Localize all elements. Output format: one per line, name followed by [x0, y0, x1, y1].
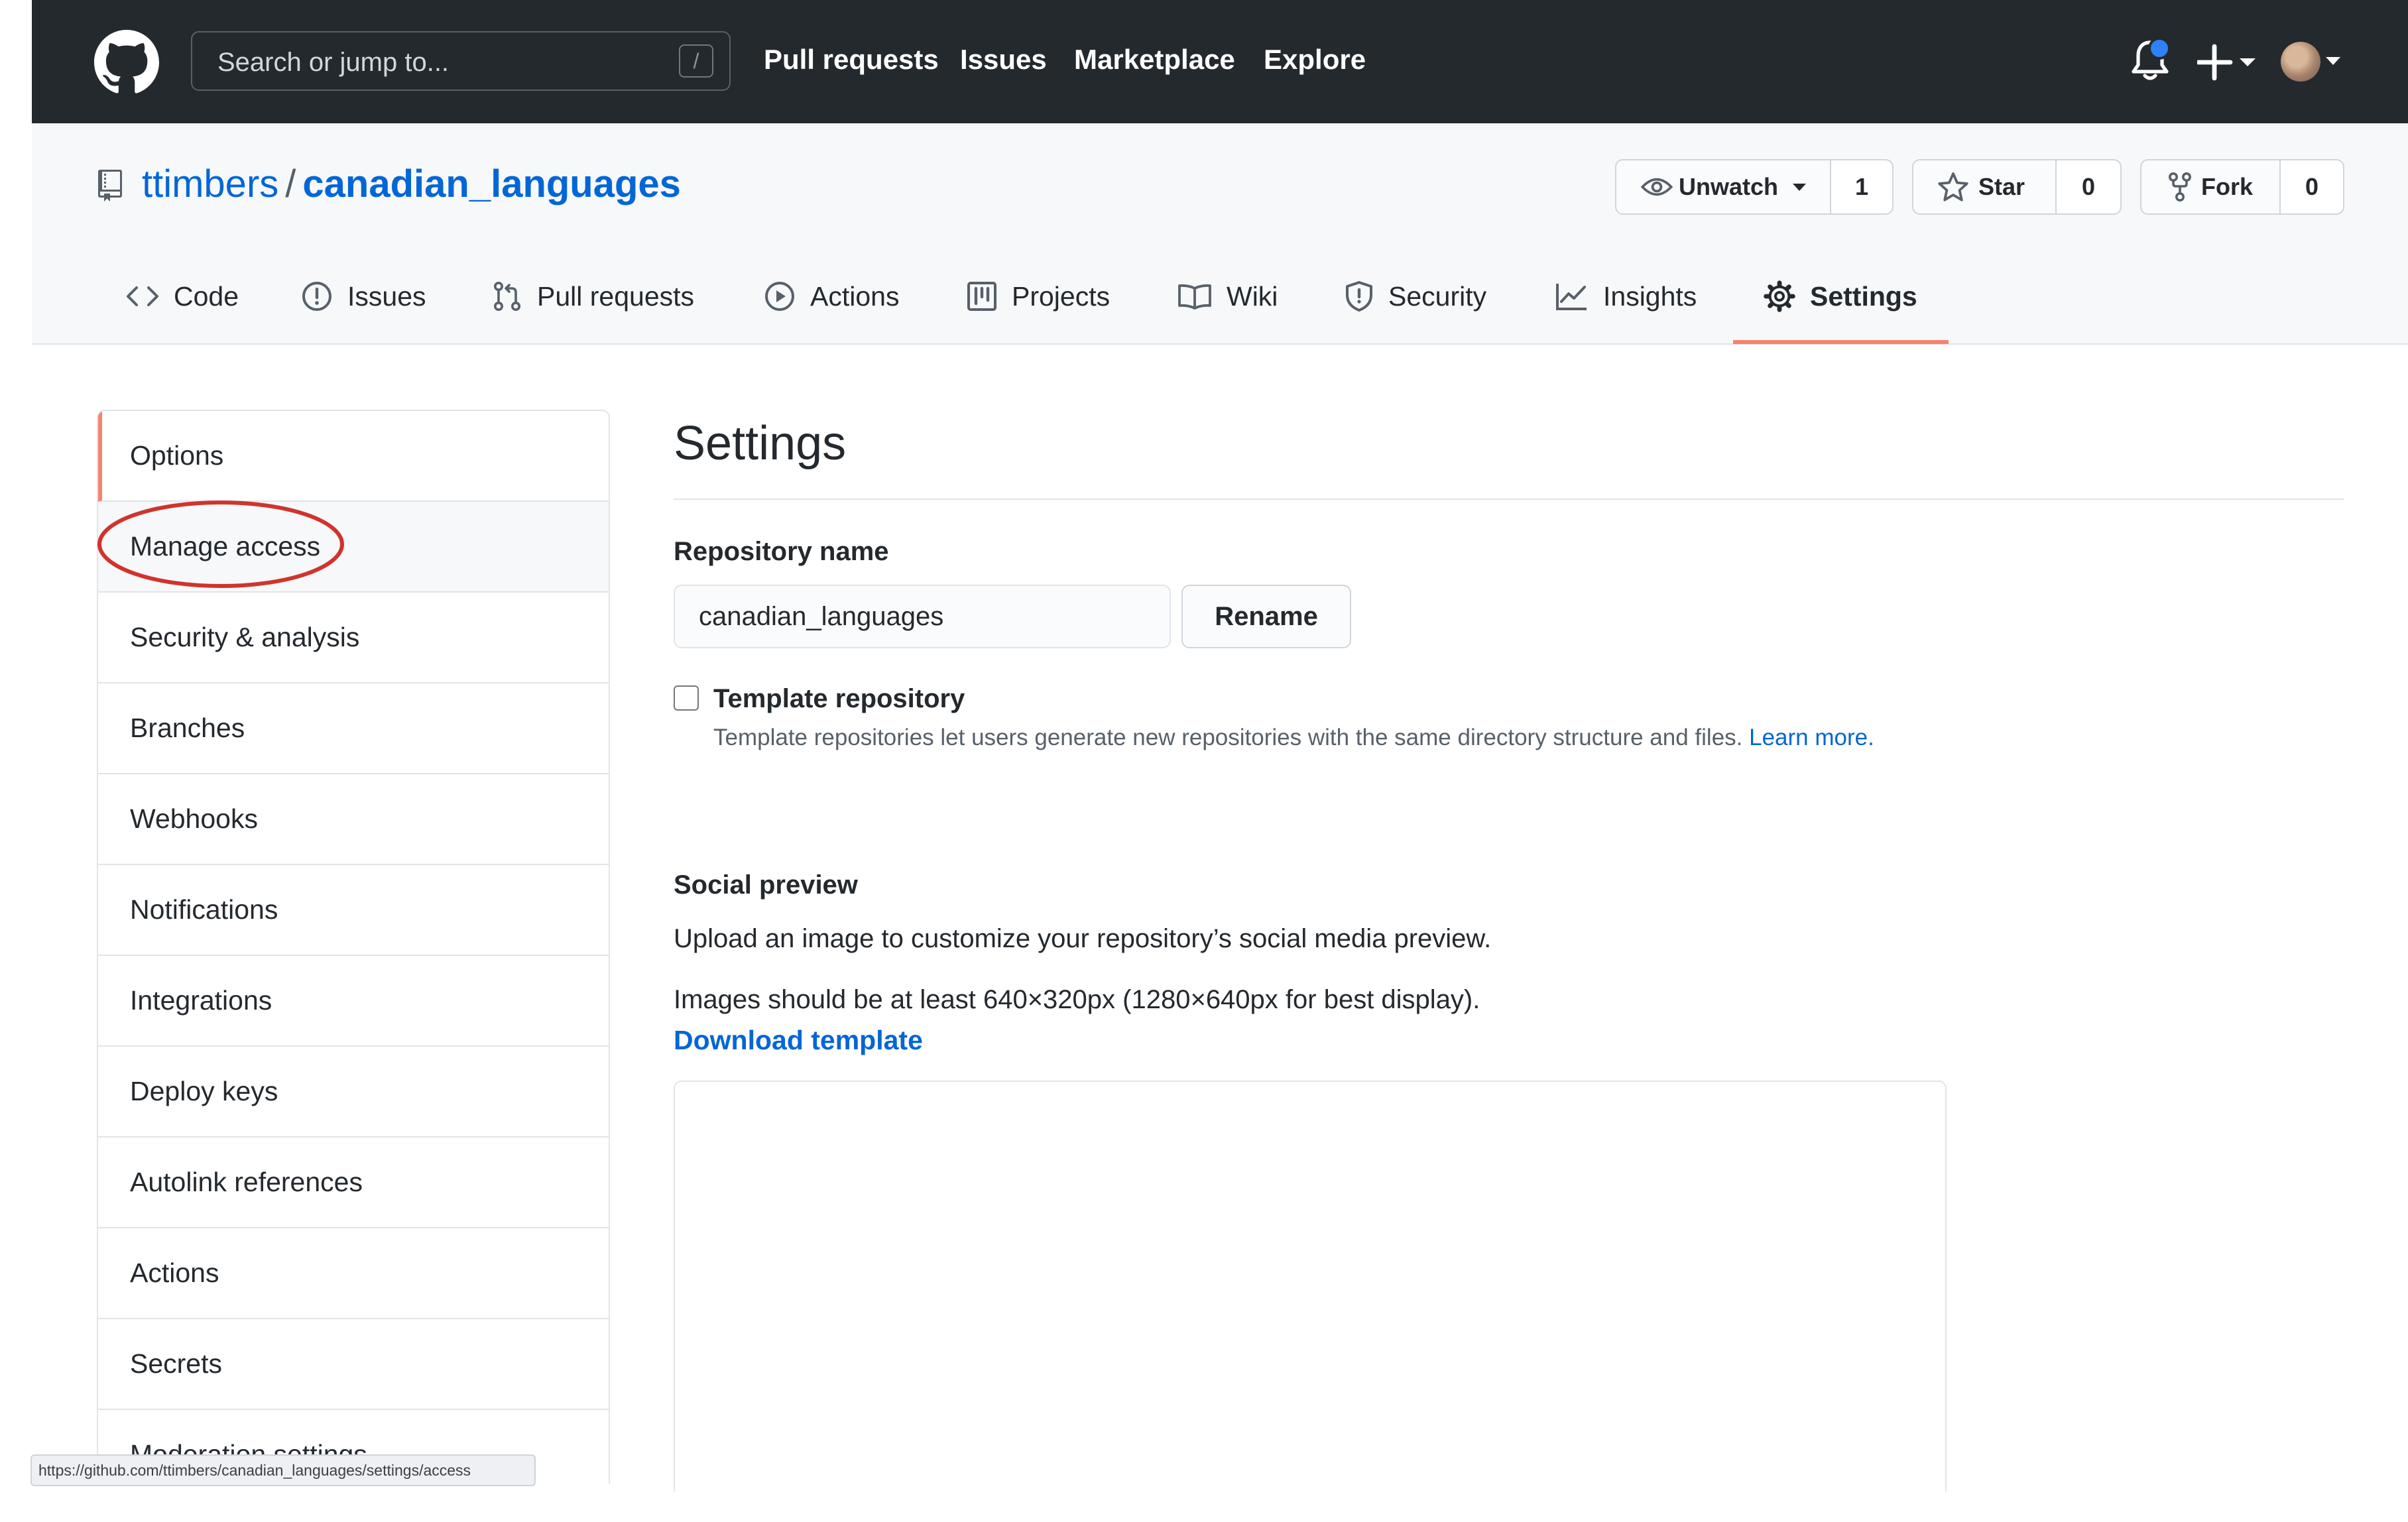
learn-more-link[interactable]: Learn more	[1749, 725, 1868, 750]
star-button-group: Star 0	[1912, 159, 2122, 215]
repo-name-input[interactable]: canadian_languages	[674, 585, 1171, 648]
tab-label: Insights	[1603, 280, 1697, 312]
repo-icon	[98, 170, 122, 202]
fork-label: Fork	[2201, 173, 2254, 200]
plus-icon[interactable]	[2197, 42, 2257, 82]
tab-security[interactable]: Security	[1345, 273, 1486, 320]
star-label: Star	[1978, 173, 2025, 200]
tab-settings[interactable]: Settings	[1764, 273, 1917, 320]
book-icon	[1178, 284, 1211, 310]
issue-icon	[302, 282, 331, 311]
tab-label: Projects	[1012, 280, 1111, 312]
tab-label: Wiki	[1227, 280, 1278, 312]
social-preview-description: Upload an image to customize your reposi…	[674, 924, 1492, 953]
social-preview-heading: Social preview	[674, 870, 858, 900]
star-button[interactable]: Star	[1913, 160, 2055, 213]
chevron-down-icon[interactable]	[2326, 57, 2340, 65]
tab-wiki[interactable]: Wiki	[1177, 273, 1278, 320]
tab-projects[interactable]: Projects	[967, 273, 1110, 320]
template-repository-checkbox[interactable]	[674, 685, 699, 711]
tab-insights[interactable]: Insights	[1555, 273, 1697, 320]
top-nav-pull-requests[interactable]: Pull requests	[764, 44, 939, 76]
graph-icon	[1556, 284, 1587, 310]
fork-button[interactable]: Fork	[2141, 160, 2279, 213]
unwatch-button[interactable]: Unwatch	[1616, 160, 1830, 213]
window-edge	[0, 0, 32, 1522]
shield-icon	[1346, 281, 1372, 312]
breadcrumb-separator: /	[285, 162, 296, 205]
gear-icon	[1764, 280, 1795, 312]
eye-icon	[1640, 178, 1673, 196]
sidebar-item-actions[interactable]: Actions	[98, 1228, 609, 1319]
tab-label: Security	[1388, 280, 1487, 312]
code-icon	[127, 286, 158, 306]
repo-breadcrumb: ttimbers / canadian_languages	[142, 162, 681, 206]
selected-tab-indicator	[1733, 340, 1949, 344]
tab-label: Actions	[810, 280, 900, 312]
pull-request-icon	[494, 282, 520, 311]
tab-label: Pull requests	[537, 280, 695, 312]
search-placeholder: Search or jump to...	[217, 48, 450, 77]
template-repository-note: Template repositories let users generate…	[713, 725, 1874, 751]
tab-pull-requests[interactable]: Pull requests	[492, 273, 694, 320]
unwatch-label: Unwatch	[1679, 173, 1779, 200]
watch-count[interactable]: 1	[1830, 160, 1892, 213]
fork-count[interactable]: 0	[2279, 160, 2343, 213]
sidebar-item-options[interactable]: Options	[98, 411, 609, 502]
period: .	[1868, 725, 1874, 750]
star-count[interactable]: 0	[2055, 160, 2120, 213]
template-repository-label[interactable]: Template repository	[713, 684, 965, 714]
top-nav-issues[interactable]: Issues	[960, 44, 1047, 76]
search-input[interactable]: Search or jump to... /	[191, 31, 731, 91]
sidebar-item-integrations[interactable]: Integrations	[98, 956, 609, 1047]
tab-label: Issues	[347, 280, 426, 312]
fork-icon	[2169, 172, 2191, 202]
shortcut-key-badge: /	[679, 44, 713, 78]
watch-button-group: Unwatch 1	[1615, 159, 1894, 215]
sidebar-item-security-analysis[interactable]: Security & analysis	[98, 593, 609, 683]
download-template-link[interactable]: Download template	[674, 1025, 923, 1056]
fork-button-group: Fork 0	[2140, 159, 2344, 215]
template-note-text: Template repositories let users generate…	[713, 725, 1743, 750]
avatar[interactable]	[2281, 42, 2320, 82]
tab-label: Settings	[1810, 280, 1917, 312]
notification-indicator	[2148, 37, 2171, 60]
project-icon	[967, 282, 996, 311]
sidebar-item-webhooks[interactable]: Webhooks	[98, 774, 609, 865]
github-logo-icon[interactable]	[94, 30, 159, 95]
annotation-ellipse	[97, 500, 344, 588]
repo-owner-link[interactable]: ttimbers	[142, 162, 278, 205]
tab-actions[interactable]: Actions	[764, 273, 899, 320]
repo-name-link[interactable]: canadian_languages	[302, 162, 681, 205]
status-url-tooltip: https://github.com/ttimbers/canadian_lan…	[30, 1454, 536, 1486]
tab-issues[interactable]: Issues	[301, 273, 426, 320]
tab-label: Code	[174, 280, 239, 312]
page-title: Settings	[674, 417, 847, 470]
sidebar-item-notifications[interactable]: Notifications	[98, 865, 609, 956]
sidebar-item-secrets[interactable]: Secrets	[98, 1319, 609, 1410]
top-nav-marketplace[interactable]: Marketplace	[1074, 44, 1235, 76]
sidebar-item-deploy-keys[interactable]: Deploy keys	[98, 1047, 609, 1138]
tab-code[interactable]: Code	[126, 273, 239, 320]
star-icon	[1938, 172, 1968, 202]
repo-name-label: Repository name	[674, 537, 889, 566]
chevron-down-icon	[1793, 183, 1807, 191]
top-nav-explore[interactable]: Explore	[1264, 44, 1366, 76]
play-icon	[765, 282, 794, 311]
title-divider	[674, 498, 2344, 500]
sidebar-item-autolink-references[interactable]: Autolink references	[98, 1138, 609, 1228]
sidebar-item-branches[interactable]: Branches	[98, 683, 609, 774]
image-size-hint: Images should be at least 640×320px (128…	[674, 985, 1480, 1014]
social-preview-image-box[interactable]	[674, 1081, 1947, 1492]
rename-button[interactable]: Rename	[1181, 585, 1351, 648]
